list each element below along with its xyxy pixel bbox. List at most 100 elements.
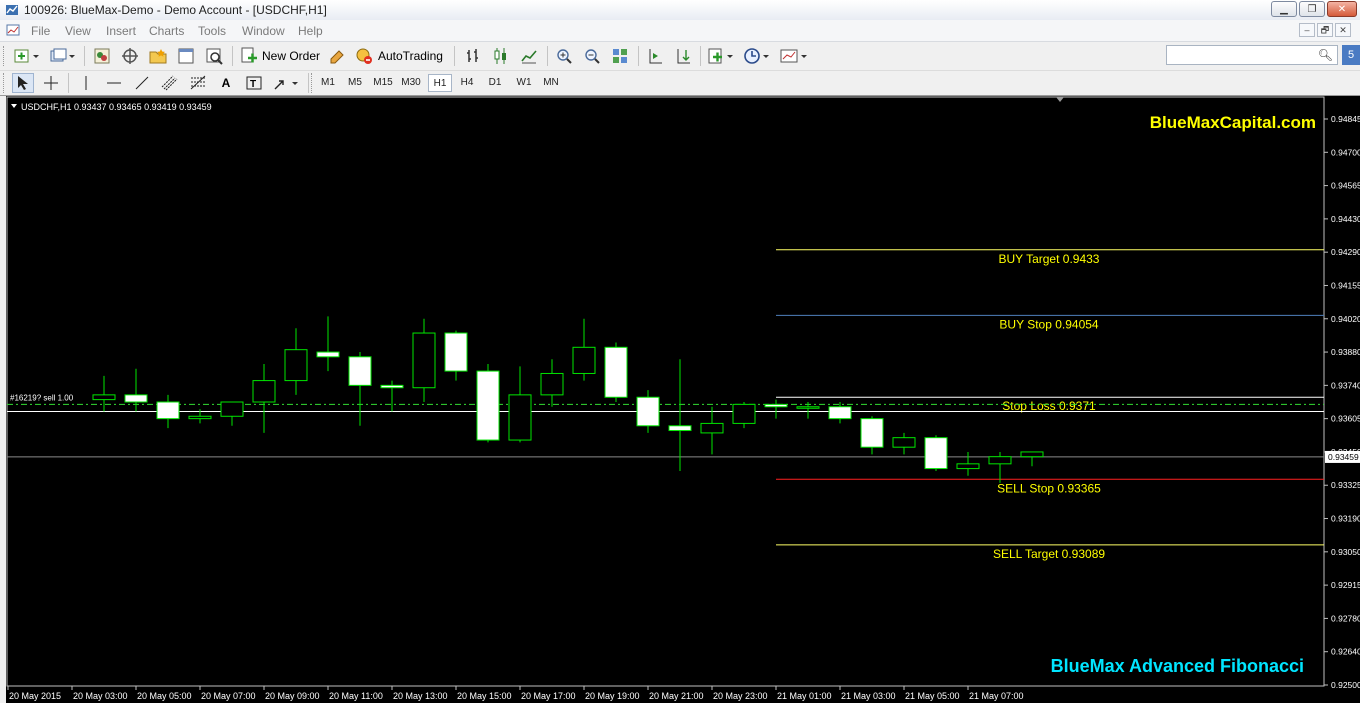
- candle-bear: [444, 332, 468, 372]
- chart-shift-marker: [1056, 97, 1064, 102]
- terminal-window-icon[interactable]: [175, 46, 197, 66]
- equidistant-channel-icon[interactable]: [159, 73, 181, 93]
- y-tick-label: 0.94700: [1331, 147, 1360, 157]
- chart-menu-icon: [11, 104, 17, 108]
- metaeditor-icon[interactable]: [326, 46, 348, 66]
- strategy-tester-icon[interactable]: [203, 46, 225, 66]
- candle-bull: [572, 346, 596, 374]
- templates-icon[interactable]: [777, 46, 811, 66]
- x-tick-label: 20 May 11:00: [329, 691, 383, 701]
- restore-button[interactable]: ❐: [1299, 1, 1325, 17]
- candle-bull: [220, 401, 244, 417]
- timeframe-m30[interactable]: M30: [399, 74, 423, 92]
- profiles-icon[interactable]: [48, 46, 78, 66]
- menu-help[interactable]: Help: [298, 24, 323, 38]
- watermark-product: BlueMax Advanced Fibonacci: [1051, 656, 1304, 676]
- x-tick-label: 20 May 19:00: [585, 691, 640, 701]
- y-tick-label: 0.93190: [1331, 514, 1360, 524]
- bar-chart-icon[interactable]: [462, 46, 484, 66]
- menu-tools[interactable]: Tools: [198, 24, 226, 38]
- zoom-out-icon[interactable]: [581, 46, 603, 66]
- candle-bull: [1020, 451, 1044, 458]
- notifications-badge[interactable]: 5: [1342, 45, 1360, 65]
- title-bar: 100926: BlueMax-Demo - Demo Account - [U…: [0, 0, 1360, 21]
- new-order-icon: [241, 47, 257, 63]
- y-tick-label: 0.94020: [1331, 314, 1360, 324]
- favorites-folder-icon[interactable]: [147, 46, 169, 66]
- timeframe-m1[interactable]: M1: [316, 74, 340, 92]
- timeframe-m15[interactable]: M15: [371, 74, 395, 92]
- candle-bull: [252, 380, 276, 403]
- zoom-in-icon[interactable]: [553, 46, 575, 66]
- candle-bull: [988, 456, 1012, 465]
- candle-bear: [924, 437, 948, 470]
- indicators-icon[interactable]: [705, 46, 737, 66]
- line-studies-toolbar: A T M1 M5 M15 M30 H1 H4 D1 W1 MN: [0, 71, 1360, 96]
- menu-charts[interactable]: Charts: [149, 24, 184, 38]
- candle-bear: [476, 370, 500, 441]
- minimize-button[interactable]: ▁: [1271, 1, 1297, 17]
- search-icon[interactable]: 🔍︎: [1318, 48, 1333, 62]
- menu-insert[interactable]: Insert: [106, 24, 136, 38]
- tile-windows-icon[interactable]: [609, 46, 631, 66]
- autotrading-button[interactable]: AutoTrading: [354, 46, 446, 66]
- vertical-line-icon[interactable]: [75, 73, 97, 93]
- chart-header: USDCHF,H1 0.93437 0.93465 0.93419 0.9345…: [21, 102, 212, 112]
- menu-view[interactable]: View: [65, 24, 91, 38]
- text-label-icon[interactable]: T: [243, 73, 265, 93]
- candle-bull: [412, 332, 436, 389]
- watermark-site: BlueMaxCapital.com: [1150, 113, 1316, 132]
- candle-bear: [604, 346, 628, 398]
- timeframe-mn[interactable]: MN: [539, 74, 563, 92]
- periods-clock-icon[interactable]: [741, 46, 773, 66]
- chart-window[interactable]: USDCHF,H1 0.93437 0.93465 0.93419 0.9345…: [6, 96, 1360, 703]
- y-tick-label: 0.94155: [1331, 280, 1360, 290]
- mdi-restore-button[interactable]: 🗗: [1317, 23, 1333, 37]
- crosshair-icon[interactable]: [40, 73, 62, 93]
- current-price-label: 0.93459: [1328, 452, 1359, 462]
- candlestick-chart-icon[interactable]: [490, 46, 512, 66]
- y-tick-label: 0.92500: [1331, 680, 1360, 690]
- menu-file[interactable]: File: [31, 24, 50, 38]
- fibonacci-retracement-icon[interactable]: [187, 73, 209, 93]
- level-label-buy-target: BUY Target 0.9433: [999, 252, 1100, 266]
- price-chart[interactable]: USDCHF,H1 0.93437 0.93465 0.93419 0.9345…: [6, 96, 1360, 703]
- new-order-button[interactable]: New Order: [240, 46, 322, 66]
- candle-bull: [700, 422, 724, 434]
- text-tool-icon[interactable]: A: [215, 73, 237, 93]
- horizontal-line-icon[interactable]: [103, 73, 125, 93]
- x-tick-label: 20 May 13:00: [393, 691, 448, 701]
- x-tick-label: 20 May 03:00: [73, 691, 128, 701]
- y-tick-label: 0.92640: [1331, 647, 1360, 657]
- timeframe-w1[interactable]: W1: [512, 74, 536, 92]
- x-tick-label: 20 May 17:00: [521, 691, 576, 701]
- timeframe-d1[interactable]: D1: [483, 74, 507, 92]
- line-chart-icon[interactable]: [518, 46, 540, 66]
- timeframe-h4[interactable]: H4: [455, 74, 479, 92]
- new-chart-icon[interactable]: [12, 46, 42, 66]
- timeframe-m5[interactable]: M5: [343, 74, 367, 92]
- chart-window-icon[interactable]: [6, 23, 20, 37]
- auto-scroll-icon[interactable]: [672, 46, 694, 66]
- trendline-icon[interactable]: [131, 73, 153, 93]
- market-watch-icon[interactable]: [91, 46, 113, 66]
- search-input[interactable]: 🔍︎: [1166, 45, 1338, 65]
- level-label-sell-target: SELL Target 0.93089: [993, 547, 1105, 561]
- menu-window[interactable]: Window: [242, 24, 285, 38]
- y-tick-label: 0.93050: [1331, 547, 1360, 557]
- crosshair-navigator-icon[interactable]: [119, 46, 141, 66]
- x-tick-label: 20 May 21:00: [649, 691, 704, 701]
- window-title: 100926: BlueMax-Demo - Demo Account - [U…: [24, 3, 327, 17]
- timeframe-h1[interactable]: H1: [428, 74, 452, 92]
- candle-bull: [284, 349, 308, 382]
- mdi-minimize-button[interactable]: –: [1299, 23, 1315, 37]
- chart-shift-icon[interactable]: [644, 46, 666, 66]
- arrows-dropdown-icon[interactable]: [271, 73, 303, 93]
- close-button[interactable]: ✕: [1327, 1, 1357, 17]
- mdi-close-button[interactable]: ✕: [1335, 23, 1351, 37]
- cursor-arrow-icon[interactable]: [12, 73, 34, 93]
- candle-bear: [156, 401, 180, 420]
- svg-text:T: T: [250, 79, 256, 90]
- x-tick-label: 20 May 07:00: [201, 691, 256, 701]
- x-tick-label: 20 May 23:00: [713, 691, 768, 701]
